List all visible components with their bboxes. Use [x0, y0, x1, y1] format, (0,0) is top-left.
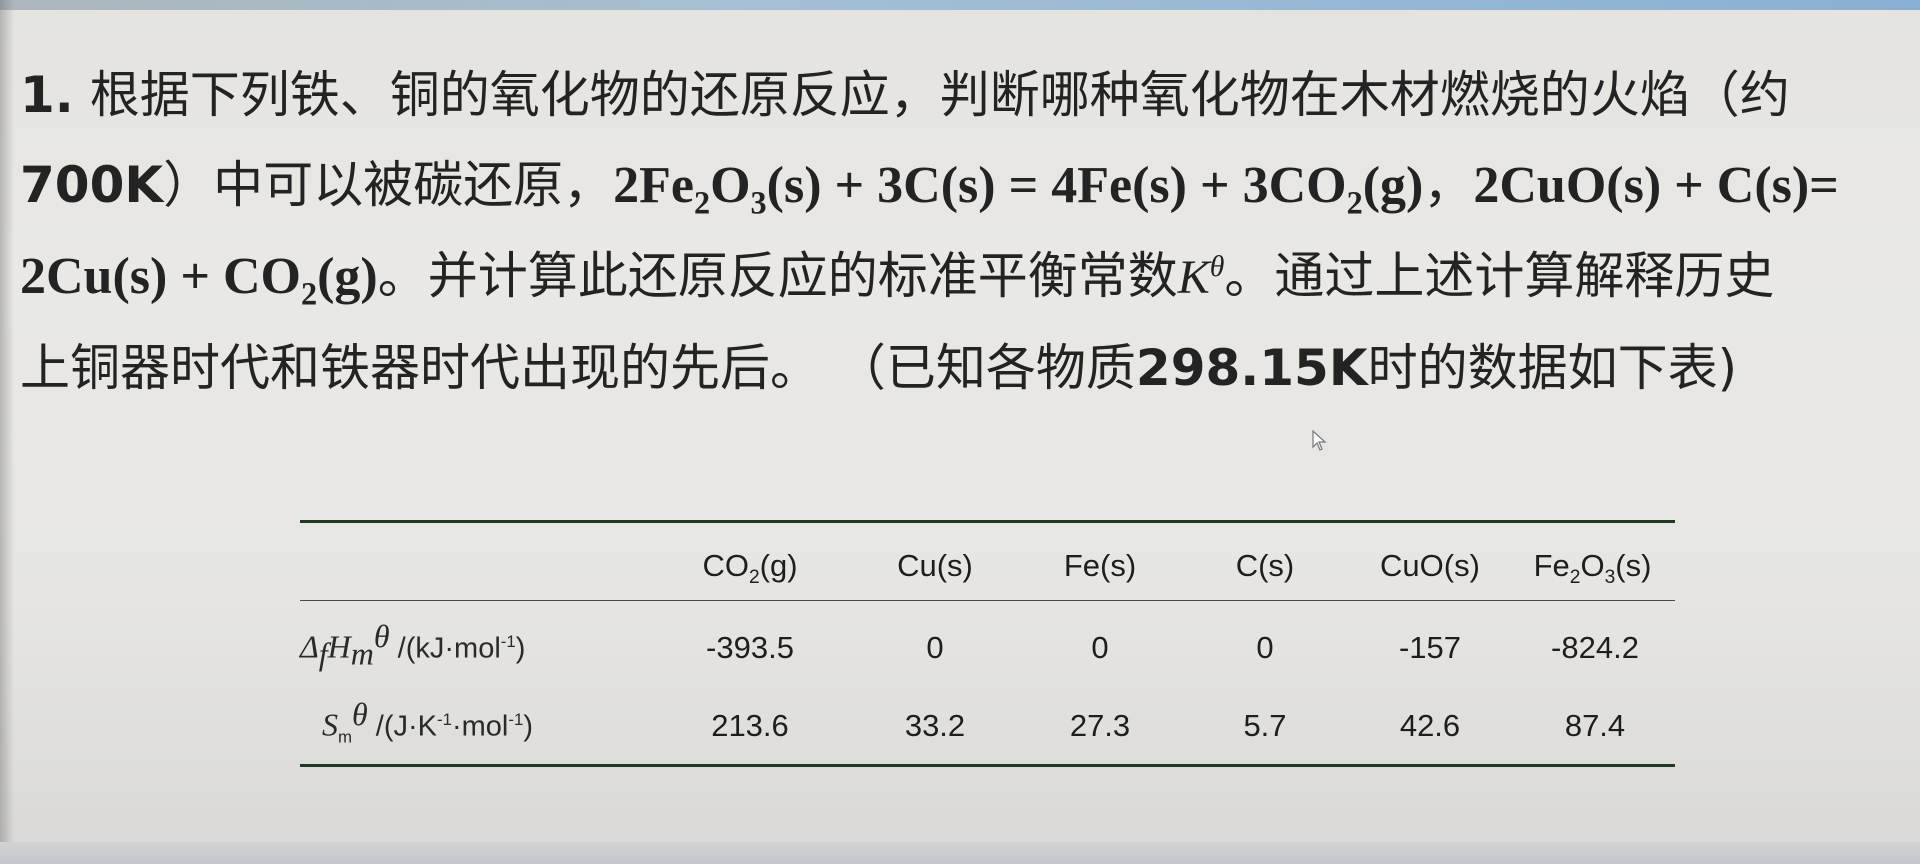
- enthalpy-co2: -393.5: [706, 630, 794, 665]
- row-label-enthalpy: ΔfHmθ /(kJ·mol-1): [300, 618, 525, 672]
- question-line-4-text-b: 时的数据如下表): [1367, 339, 1738, 397]
- k-theta: θ: [1209, 250, 1225, 283]
- header-co2-tail: (g): [759, 548, 798, 583]
- question-number: 1.: [20, 66, 74, 124]
- equation-separator: ，: [1423, 156, 1474, 214]
- entropy-fe: 27.3: [1069, 708, 1131, 743]
- window-top-strip: [0, 0, 1920, 10]
- eq2-part-c: (g): [317, 248, 378, 305]
- enthalpy-h: H: [327, 628, 351, 665]
- entropy-unit-end: ): [523, 710, 533, 743]
- question-line-2: 700K）中可以被碳还原，2Fe2O3(s) + 3C(s) = 4Fe(s) …: [20, 140, 1910, 231]
- enthalpy-m-sub: m: [350, 635, 374, 672]
- header-c: C(s): [1235, 548, 1295, 583]
- entropy-s: S: [322, 706, 338, 743]
- header-fe: Fe(s): [1063, 548, 1137, 583]
- equation-copper-oxide-start: 2CuO(s) + C(s)=: [1473, 157, 1839, 214]
- temperature-700k: 700K: [20, 156, 164, 214]
- entropy-theta: θ: [352, 696, 368, 732]
- header-fe2o3-sub2: 3: [1604, 567, 1616, 589]
- header-co2: CO2(g): [670, 548, 830, 589]
- mouse-pointer-icon: [1312, 430, 1327, 451]
- table-header-rule: [300, 600, 1675, 601]
- enthalpy-unit-end: ): [515, 632, 526, 665]
- eq2-sub: 2: [300, 275, 318, 312]
- enthalpy-cuo: -157: [1398, 630, 1462, 665]
- header-fe2o3-mid: O: [1580, 548, 1605, 583]
- equation-copper-oxide-end: 2Cu(s) + CO2(g): [20, 248, 378, 310]
- header-cuo: CuO(s): [1380, 548, 1480, 583]
- screen-bottom-edge: [0, 842, 1920, 864]
- entropy-unit-a: /(J·K: [367, 710, 438, 743]
- left-edge-shadow: [0, 0, 14, 864]
- enthalpy-f-sub: f: [318, 635, 328, 672]
- question-line-3-text-a: 。并计算此还原反应的标准平衡常数: [377, 247, 1178, 305]
- enthalpy-cu: 0: [926, 630, 944, 665]
- header-fe2o3-main: Fe: [1533, 548, 1570, 583]
- entropy-unit-exp2: -1: [508, 710, 524, 729]
- row-label-entropy: Smθ /(J·K-1·mol-1): [322, 696, 533, 747]
- table-bottom-rule: [300, 764, 1675, 767]
- header-fe2o3-sub1: 2: [1569, 567, 1581, 589]
- question-line-3-text-b: 。通过上述计算解释历史: [1224, 247, 1775, 305]
- k-letter: K: [1177, 251, 1210, 304]
- enthalpy-fe2o3: -824.2: [1551, 630, 1639, 665]
- question-line-4-text-a: 上铜器时代和铁器时代出现的先后。 （已知各物质: [20, 339, 1136, 397]
- eq1-sub-1: 2: [693, 184, 711, 221]
- entropy-c: 5.7: [1243, 708, 1287, 743]
- delta-symbol: Δ: [300, 628, 319, 665]
- equation-iron-oxide: 2Fe2O3(s) + 3C(s) = 4Fe(s) + 3CO2(g): [613, 157, 1424, 219]
- entropy-fe2o3: 87.4: [1564, 708, 1626, 743]
- header-co2-main: CO: [702, 548, 749, 583]
- enthalpy-theta: θ: [373, 618, 390, 654]
- table-top-rule: [300, 520, 1675, 523]
- eq1-part-a: 2Fe: [613, 157, 694, 214]
- header-cu: Cu(s): [897, 548, 973, 583]
- entropy-unit-b: ·mol: [451, 710, 509, 743]
- question-line-1: 1. 根据下列铁、铜的氧化物的还原反应，判断哪种氧化物在木材燃烧的火焰（约: [20, 50, 1910, 140]
- question-line-4: 上铜器时代和铁器时代出现的先后。 （已知各物质298.15K时的数据如下表): [20, 323, 1910, 413]
- equilibrium-constant-symbol: Kθ: [1178, 251, 1225, 304]
- enthalpy-unit: /(kJ·mol: [389, 632, 501, 665]
- eq1-part-d: (g): [1362, 157, 1424, 214]
- enthalpy-fe: 0: [1091, 630, 1109, 665]
- header-fe2o3-tail: (s): [1615, 548, 1652, 583]
- question-line-3: 2Cu(s) + CO2(g)。并计算此还原反应的标准平衡常数Kθ。通过上述计算…: [20, 231, 1910, 323]
- entropy-co2: 213.6: [711, 708, 789, 743]
- eq2-part-b: 2Cu(s) + CO: [20, 248, 301, 305]
- entropy-m-sub: m: [338, 727, 353, 747]
- temperature-298k: 298.15K: [1135, 339, 1368, 397]
- enthalpy-unit-exp: -1: [500, 632, 516, 651]
- enthalpy-c: 0: [1256, 630, 1274, 665]
- eq1-part-b: O: [710, 157, 751, 214]
- header-co2-sub: 2: [748, 567, 760, 589]
- entropy-cu: 33.2: [904, 708, 966, 743]
- eq1-part-c: (s) + 3C(s) = 4Fe(s) + 3CO: [766, 157, 1347, 214]
- entropy-cuo: 42.6: [1399, 708, 1461, 743]
- eq1-sub-2: 3: [750, 184, 767, 221]
- question-line-2-text: ）中可以被碳还原，: [163, 156, 614, 214]
- header-fe2o3: Fe2O3(s): [1505, 548, 1680, 589]
- question-text: 1. 根据下列铁、铜的氧化物的还原反应，判断哪种氧化物在木材燃烧的火焰（约 70…: [20, 50, 1910, 413]
- entropy-unit-exp1: -1: [437, 710, 452, 729]
- question-line-1-text: 根据下列铁、铜的氧化物的还原反应，判断哪种氧化物在木材燃烧的火焰（约: [73, 66, 1790, 124]
- eq1-sub-3: 2: [1346, 184, 1363, 221]
